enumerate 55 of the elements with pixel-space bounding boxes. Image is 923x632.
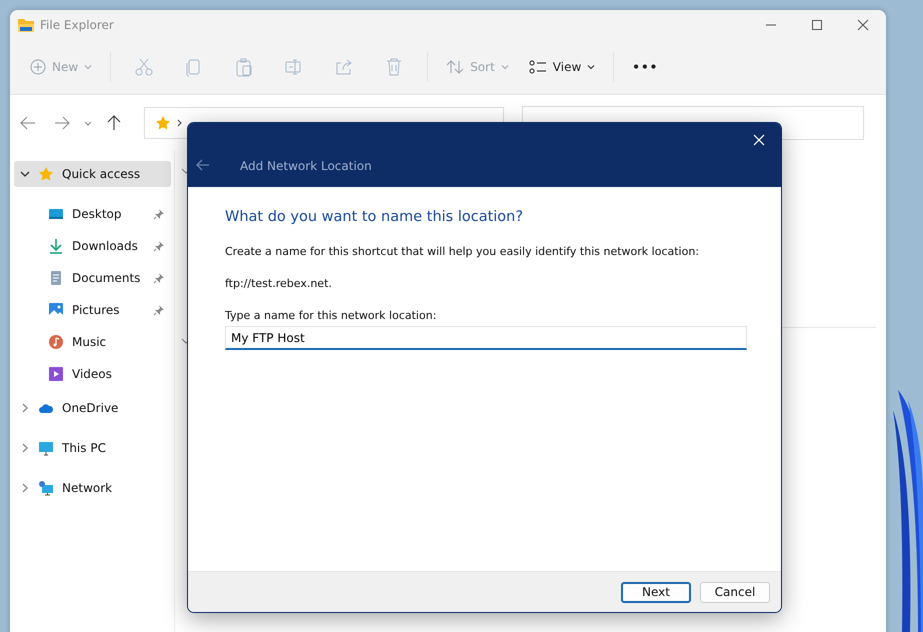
button-label: View <box>552 60 582 74</box>
next-button[interactable]: Next <box>621 582 691 602</box>
desktop-icon <box>48 206 64 222</box>
up-arrow-icon[interactable] <box>106 115 122 131</box>
video-icon <box>48 366 64 382</box>
close-icon <box>857 19 869 31</box>
back-arrow-icon[interactable] <box>20 115 36 131</box>
window-title: File Explorer <box>40 18 114 32</box>
network-icon <box>38 480 54 496</box>
minimize-icon <box>765 24 777 26</box>
field-label: Type a name for this network location: <box>225 309 438 322</box>
sidebar-item[interactable]: Music <box>14 329 171 355</box>
button-label: New <box>52 60 78 74</box>
description-text: Create a name for this shortcut that will help you easily identify this network location: <box>225 245 700 258</box>
chevron-icon <box>20 403 30 413</box>
caret-icon <box>84 65 92 69</box>
folder-icon <box>18 18 34 32</box>
sidebar-item[interactable]: Desktop <box>14 201 171 227</box>
close-icon <box>753 134 765 146</box>
sidebar-item[interactable]: Videos <box>14 361 171 387</box>
music-icon <box>48 334 64 350</box>
sidebar-item[interactable]: This PC <box>14 435 171 461</box>
star-icon <box>38 166 54 182</box>
caret-icon <box>500 65 509 69</box>
caret-icon <box>587 65 596 69</box>
download-icon <box>48 238 64 254</box>
star-icon <box>155 115 171 131</box>
sort-icon <box>446 59 464 75</box>
sidebar-item[interactable]: Network <box>14 475 171 501</box>
monitor-icon <box>38 440 54 456</box>
chevron-icon <box>20 483 30 493</box>
sidebar-item[interactable]: Downloads <box>14 233 171 259</box>
document-icon <box>48 270 64 286</box>
list-icon <box>528 59 547 75</box>
chevron-down-icon[interactable] <box>84 119 92 127</box>
back-arrow-icon[interactable] <box>196 159 210 171</box>
view-button[interactable]: View <box>520 53 604 81</box>
dialog-heading: What do you want to name this location? <box>225 209 524 225</box>
name-input-field[interactable]: My FTP Host <box>225 326 747 350</box>
chevron-icon <box>20 169 30 179</box>
network-address: ftp://test.rebex.net. <box>225 277 333 290</box>
dialog-title: Add Network Location <box>240 159 372 173</box>
cancel-button[interactable]: Cancel <box>700 582 770 602</box>
maximize-icon <box>811 19 823 31</box>
sidebar-item[interactable]: Documents <box>14 265 171 291</box>
chevron-right-icon <box>177 119 182 127</box>
sidebar-item[interactable]: OneDrive <box>14 395 171 421</box>
plus-circle-icon <box>30 59 46 75</box>
image-icon <box>48 302 64 318</box>
button-label: Sort <box>470 60 495 74</box>
more-button[interactable]: ••• <box>624 54 666 80</box>
chevron-icon <box>20 443 30 453</box>
sidebar-item[interactable]: Pictures <box>14 297 171 323</box>
forward-arrow-icon[interactable] <box>54 115 70 131</box>
sidebar-item[interactable]: Quick access <box>14 161 171 187</box>
